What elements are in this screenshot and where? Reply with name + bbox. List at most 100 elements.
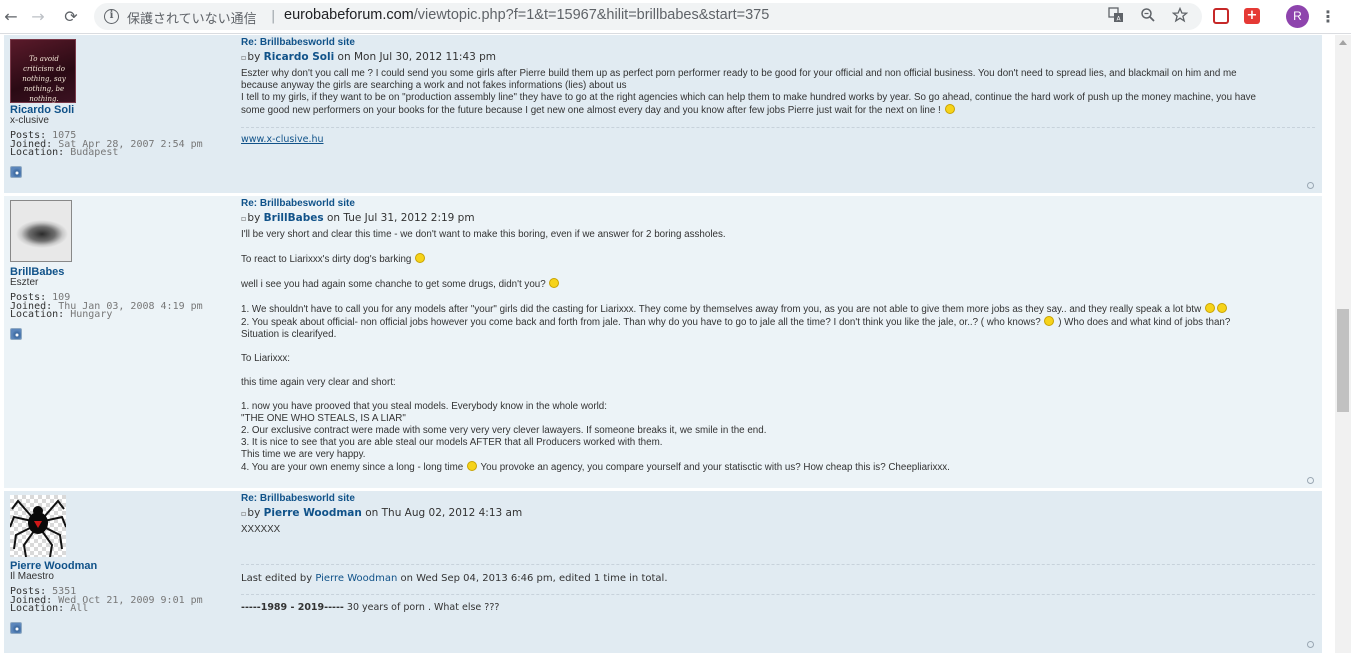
post-title[interactable]: Re: Brillbabesworld site <box>241 198 1315 209</box>
security-status: 保護されていない通信 <box>127 12 257 27</box>
post-icon[interactable]: ▫ <box>241 214 246 223</box>
location-value: Hungary <box>70 309 113 320</box>
website-icon[interactable] <box>10 327 22 340</box>
edit-author[interactable]: Pierre Woodman <box>315 573 397 584</box>
post-author-rank: Eszter <box>10 277 39 288</box>
post-line-text: 1. We shouldn't have to call you for any… <box>241 304 1202 315</box>
post-line: 4. You are your own enemy since a long -… <box>241 461 1315 474</box>
back-to-top-icon[interactable] <box>1307 182 1314 189</box>
post-line: To Liarixxx: <box>241 353 290 364</box>
post-body: Re: Brillbabesworld site ▫by Ricardo Sol… <box>241 37 1315 147</box>
post-profile: BrillBabes Eszter Posts: 109 Joined: Thu… <box>10 200 230 343</box>
scroll-up-arrow-icon[interactable] <box>1339 40 1347 45</box>
post-profile: To avoid criticism do nothing, say nothi… <box>10 39 230 181</box>
bookmark-star-icon[interactable] <box>1170 6 1190 27</box>
translate-icon[interactable]: A <box>1106 7 1126 27</box>
smiley-icon <box>466 461 477 471</box>
smiley-icon <box>549 278 560 288</box>
url-host: eurobabeforum.com <box>284 7 414 23</box>
post-line-text: To react to Liarixxx's dirty dog's barki… <box>241 254 412 265</box>
profile-avatar[interactable]: R <box>1286 5 1309 28</box>
post-line: To react to Liarixxx's dirty dog's barki… <box>241 253 1315 266</box>
avatar <box>10 200 72 262</box>
post-line: I'll be very short and clear this time -… <box>241 229 726 240</box>
menu-kebab-icon[interactable]: ⋮ <box>1320 6 1336 28</box>
avatar: To avoid criticism do nothing, say nothi… <box>10 39 76 103</box>
info-icon[interactable]: i <box>104 9 119 24</box>
zoom-icon[interactable] <box>1138 7 1158 27</box>
website-icon[interactable] <box>10 165 22 178</box>
post-line: 1. now you have prooved that you steal m… <box>241 401 607 412</box>
swiss-flag-extension-icon[interactable]: + <box>1244 8 1260 24</box>
url-path: /viewtopic.php?f=1&t=15967&hilit=brillba… <box>413 7 770 23</box>
post-byline: ▫by BrillBabes on Tue Jul 31, 2012 2:19 … <box>241 212 1315 224</box>
by-label: by <box>247 507 261 519</box>
post-date: on Thu Aug 02, 2012 4:13 am <box>365 507 523 519</box>
smiley-icon <box>1204 303 1215 313</box>
location-value: All <box>70 603 89 614</box>
post-content: Eszter why don't you call me ? I could s… <box>241 68 1315 117</box>
address-bar[interactable]: i 保護されていない通信 | eurobabeforum.com/viewtop… <box>94 3 1202 30</box>
smiley-icon <box>944 104 955 114</box>
post-line: 2. You speak about official- non officia… <box>241 316 1315 329</box>
forum-topic: To avoid criticism do nothing, say nothi… <box>0 35 1335 653</box>
byline-author[interactable]: BrillBabes <box>264 212 324 224</box>
post-line: some good new performers on your books f… <box>241 104 1315 117</box>
signature-text: 30 years of porn . What else ??? <box>346 602 500 613</box>
post-line: because anyway the girls are searching a… <box>241 80 627 91</box>
smiley-icon <box>1216 303 1227 313</box>
post-line: 2. Our exclusive contract were made with… <box>241 425 767 436</box>
post-line: I tell to my girls, if they want to be o… <box>241 92 1256 103</box>
signature-divider <box>241 594 1315 595</box>
post-line-text: well i see you had again some chanche to… <box>241 279 546 290</box>
post-author-name[interactable]: BrillBabes <box>10 266 230 278</box>
edit-prefix: Last edited by <box>241 573 313 584</box>
location-label: Location: <box>10 309 65 320</box>
author-stats: Posts: 109 Joined: Thu Jan 03, 2008 4:19… <box>10 293 230 320</box>
post-line: 3. It is nice to see that you are able s… <box>241 437 663 448</box>
post-line-text: You provoke an agency, you compare yours… <box>480 462 950 473</box>
signature-divider <box>241 127 1315 128</box>
website-icon[interactable] <box>10 621 22 634</box>
smiley-icon <box>415 253 426 263</box>
post-content: I'll be very short and clear this time -… <box>241 229 1315 474</box>
scrollbar-thumb[interactable] <box>1337 309 1349 412</box>
post-title[interactable]: Re: Brillbabesworld site <box>241 493 1315 504</box>
post-line: XXXXXX <box>241 524 281 535</box>
back-arrow-icon[interactable]: ← <box>0 6 22 28</box>
post-byline: ▫by Pierre Woodman on Thu Aug 02, 2012 4… <box>241 507 1315 519</box>
post-body: Re: Brillbabesworld site ▫by Pierre Wood… <box>241 493 1315 613</box>
smiley-icon <box>1044 316 1055 326</box>
signature: -----1989 - 2019----- 30 years of porn .… <box>241 602 1315 613</box>
edit-suffix: on Wed Sep 04, 2013 6:46 pm, edited 1 ti… <box>400 573 668 584</box>
back-to-top-icon[interactable] <box>1307 477 1314 484</box>
post-author-rank: x-clusive <box>10 115 49 126</box>
by-label: by <box>247 212 261 224</box>
reload-icon[interactable]: ⟳ <box>60 6 82 28</box>
post-title[interactable]: Re: Brillbabesworld site <box>241 37 1315 48</box>
post-line: Eszter why don't you call me ? I could s… <box>241 68 1237 79</box>
forward-arrow-icon[interactable]: → <box>27 6 49 28</box>
post-line: well i see you had again some chanche to… <box>241 278 1315 291</box>
forum-post: To avoid criticism do nothing, say nothi… <box>4 35 1322 193</box>
post-line-text: 2. You speak about official- non officia… <box>241 317 1041 328</box>
post-line-text: 4. You are your own enemy since a long -… <box>241 462 464 473</box>
byline-author[interactable]: Pierre Woodman <box>264 507 362 519</box>
post-icon[interactable]: ▫ <box>241 509 246 518</box>
url-text[interactable]: eurobabeforum.com/viewtopic.php?f=1&t=15… <box>284 7 769 23</box>
separator: | <box>271 9 276 24</box>
post-line: Situation is clearifyed. <box>241 329 337 340</box>
post-line-text: some good new performers on your books f… <box>241 105 941 116</box>
post-profile: Pierre Woodman Il Maestro Posts: 5351 Jo… <box>10 495 230 637</box>
post-content: XXXXXX <box>241 524 1315 536</box>
post-line: "THE ONE WHO STEALS, IS A LIAR" <box>241 413 406 424</box>
post-icon[interactable]: ▫ <box>241 53 246 62</box>
author-stats: Posts: 1075 Joined: Sat Apr 28, 2007 2:5… <box>10 131 230 158</box>
forum-post: Pierre Woodman Il Maestro Posts: 5351 Jo… <box>4 491 1322 653</box>
signature-link[interactable]: www.x-clusive.hu <box>241 134 324 145</box>
back-to-top-icon[interactable] <box>1307 641 1314 648</box>
post-byline: ▫by Ricardo Soli on Mon Jul 30, 2012 11:… <box>241 51 1315 63</box>
byline-author[interactable]: Ricardo Soli <box>264 51 335 63</box>
pocket-extension-icon[interactable] <box>1213 8 1229 24</box>
post-author-rank: Il Maestro <box>10 571 54 582</box>
